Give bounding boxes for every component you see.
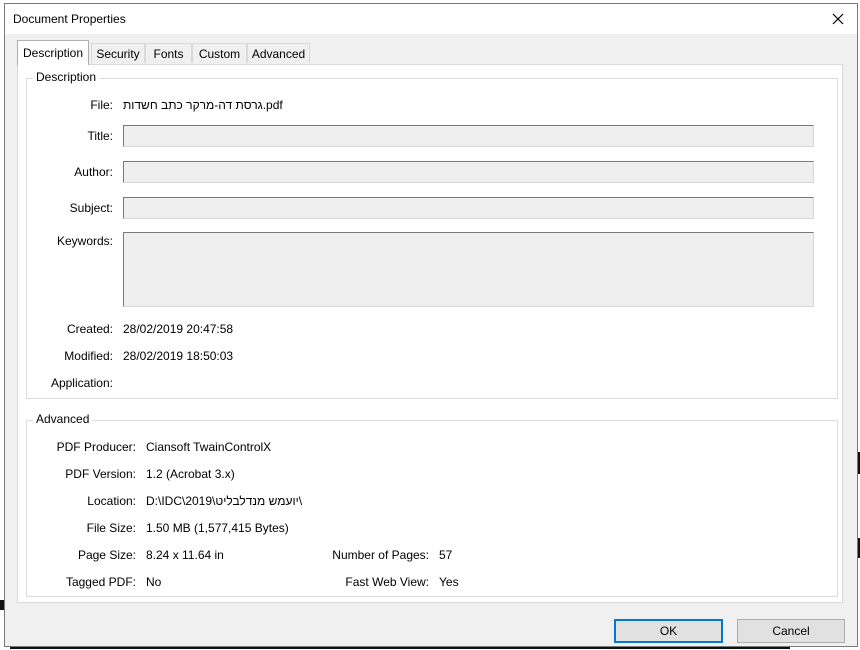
subject-field[interactable] <box>123 197 814 219</box>
number-of-pages-label: Number of Pages: <box>332 548 429 562</box>
created-value: 28/02/2019 20:47:58 <box>123 322 234 336</box>
tab-custom[interactable]: Custom <box>192 43 247 63</box>
created-label: Created: <box>66 322 113 336</box>
close-button[interactable] <box>827 8 849 30</box>
modified-label: Modified: <box>64 349 113 363</box>
author-field[interactable] <box>123 161 814 183</box>
file-value: גרסת דה-מרקר כתב חשדות.pdf <box>123 98 283 112</box>
title-label: Title: <box>87 129 113 143</box>
file-size-label: File Size: <box>86 521 136 535</box>
description-group: Description File: גרסת דה-מרקר כתב חשדות… <box>26 70 838 399</box>
tab-fonts[interactable]: Fonts <box>145 43 192 63</box>
keywords-field[interactable] <box>123 232 814 307</box>
title-bar: Document Properties <box>5 4 857 34</box>
close-icon <box>832 13 844 25</box>
pdf-version-value: 1.2 (Acrobat 3.x) <box>146 467 235 481</box>
location-value: D:\IDC\2019\יועמש מנדלבליט\ <box>146 494 303 508</box>
number-of-pages-value: 57 <box>439 548 453 562</box>
location-label: Location: <box>87 494 136 508</box>
tagged-pdf-value: No <box>146 575 162 589</box>
pdf-producer-label: PDF Producer: <box>56 440 136 454</box>
application-label: Application: <box>50 376 113 390</box>
pdf-version-label: PDF Version: <box>65 467 136 481</box>
tab-security[interactable]: Security <box>91 43 145 63</box>
cancel-button[interactable]: Cancel <box>737 619 845 643</box>
advanced-group-title: Advanced <box>33 412 93 426</box>
fast-web-view-label: Fast Web View: <box>345 575 429 589</box>
fast-web-view-value: Yes <box>439 575 459 589</box>
keywords-label: Keywords: <box>56 234 113 248</box>
pdf-producer-value: Ciansoft TwainControlX <box>146 440 272 454</box>
page-size-label: Page Size: <box>77 548 136 562</box>
dialog-title: Document Properties <box>13 12 126 26</box>
ok-button[interactable]: OK <box>614 619 723 643</box>
description-group-title: Description <box>33 70 100 84</box>
tab-panel-description: Description File: גרסת דה-מרקר כתב חשדות… <box>17 64 843 603</box>
file-label: File: <box>90 98 113 112</box>
tab-advanced[interactable]: Advanced <box>247 43 310 63</box>
author-label: Author: <box>74 165 113 179</box>
page-size-value: 8.24 x 11.64 in <box>146 548 224 562</box>
file-size-value: 1.50 MB (1,577,415 Bytes) <box>146 521 289 535</box>
tab-description[interactable]: Description <box>17 40 89 65</box>
title-field[interactable] <box>123 125 814 147</box>
modified-value: 28/02/2019 18:50:03 <box>123 349 234 363</box>
tagged-pdf-label: Tagged PDF: <box>65 575 136 589</box>
subject-label: Subject: <box>69 201 113 215</box>
advanced-group: Advanced PDF Producer: Ciansoft TwainCon… <box>26 412 838 597</box>
document-properties-dialog: Document Properties Description Security… <box>4 3 858 647</box>
